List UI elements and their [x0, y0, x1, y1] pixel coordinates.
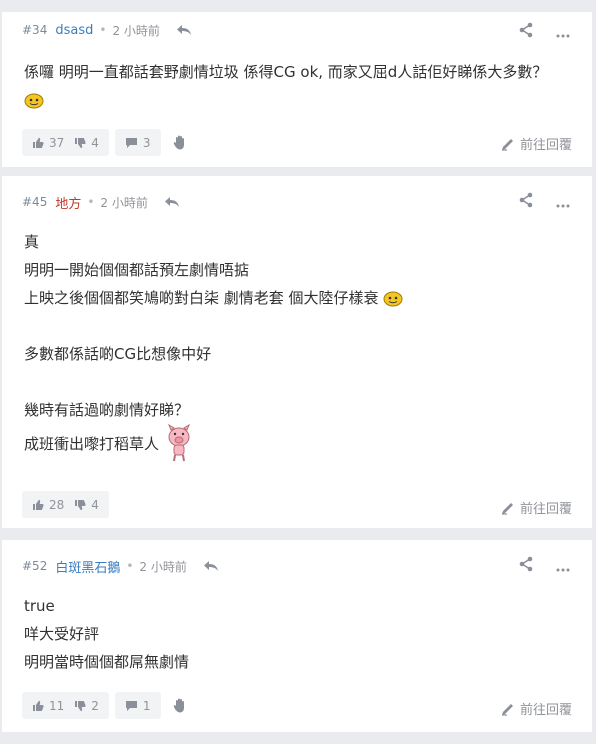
post-line: 係囉 明明一直都話套野劇情垃圾 係得CG ok, 而家又屈d人話佢好睇係大多數？: [24, 63, 548, 81]
floor-number: #34: [22, 23, 48, 37]
hand-button[interactable]: [167, 692, 193, 719]
emoji-line: [24, 86, 547, 114]
username[interactable]: dsasd: [55, 23, 93, 38]
comment-icon: [125, 700, 137, 711]
post-content: true 咩大受好評 明明當時個個都屌無劇情: [24, 592, 189, 676]
post-time: 2 小時前: [139, 559, 187, 574]
post-time: 2 小時前: [112, 23, 160, 38]
goto-reply-link[interactable]: 前往回覆: [501, 699, 572, 718]
post-line-with-emoji: 成班衝出嚟打稻草人: [24, 424, 403, 462]
more-dots-icon[interactable]: [556, 193, 570, 212]
share-icon[interactable]: [518, 22, 534, 42]
post-meta: #52 白斑黑石鵝 • 2 小時前: [22, 552, 221, 580]
username[interactable]: 地方: [55, 193, 81, 212]
hand-button[interactable]: [167, 129, 193, 156]
thumb-up-icon: [33, 137, 44, 148]
upvote-button[interactable]: 11: [32, 699, 64, 713]
separator-dot: •: [87, 195, 95, 209]
vote-box: 11 2: [22, 692, 109, 719]
thumb-up-icon: [33, 700, 44, 711]
post-line-with-emoji: 上映之後個個都笑鳩啲對白柒 劇情老套 個大陸仔樣衰: [24, 284, 403, 312]
reply-pen-icon: [501, 703, 513, 716]
post-toolbar: 11 2 1: [22, 692, 193, 719]
post-meta: #34 dsasd • 2 小時前: [22, 16, 194, 44]
thumb-down-icon: [75, 700, 86, 711]
post-line: 明明一開始個個都話預左劇情唔掂: [24, 261, 250, 279]
post-card: #45 地方 • 2 小時前 真 明明一開始個個都話預左劇情唔掂 上映之後個個都…: [2, 176, 592, 528]
goto-reply-link[interactable]: 前往回覆: [501, 134, 572, 153]
reply-pen-icon: [501, 502, 513, 515]
comment-icon: [125, 137, 137, 148]
emoji-sticker: [24, 93, 44, 108]
comment-button[interactable]: 1: [114, 692, 161, 719]
post-actions: [518, 18, 570, 46]
separator-dot: •: [126, 559, 134, 573]
comment-button[interactable]: 3: [114, 129, 161, 156]
upvote-count: 11: [49, 698, 65, 713]
post-line: 明明當時個個都屌無劇情: [24, 653, 190, 671]
post-toolbar: 37 4 3: [22, 129, 193, 156]
comment-count: 1: [142, 698, 151, 713]
hand-icon: [173, 698, 184, 713]
post-meta: #45 地方 • 2 小時前: [22, 188, 182, 216]
comment-group: 3: [125, 136, 151, 150]
post-content: 係囉 明明一直都話套野劇情垃圾 係得CG ok, 而家又屈d人話佢好睇係大多數？: [24, 58, 547, 114]
downvote-button[interactable]: 4: [74, 136, 99, 150]
emoji-sticker: [383, 291, 403, 306]
upvote-button[interactable]: 37: [32, 136, 64, 150]
downvote-button[interactable]: 4: [74, 498, 99, 512]
post-card: #34 dsasd • 2 小時前 係囉 明明一直都話套野劇情垃圾 係得CG o…: [2, 12, 592, 167]
more-dots-icon[interactable]: [556, 557, 570, 576]
post-actions: [518, 188, 570, 216]
post-card: #52 白斑黑石鵝 • 2 小時前 true 咩大受好評 明明當時個個都屌無劇情…: [2, 540, 592, 732]
pig-sticker: [167, 424, 190, 462]
post-toolbar: 28 4: [22, 491, 109, 518]
thumb-down-icon: [75, 137, 86, 148]
post-line: true: [24, 597, 55, 615]
hand-icon: [173, 135, 184, 150]
comment-group: 1: [125, 699, 151, 713]
post-line: 咩大受好評: [24, 625, 100, 643]
reply-arrow-icon[interactable]: [176, 23, 194, 37]
reply-arrow-icon[interactable]: [164, 195, 182, 209]
username[interactable]: 白斑黑石鵝: [55, 557, 120, 576]
post-line-text: 上映之後個個都笑鳩啲對白柒 劇情老套 個大陸仔樣衰: [24, 289, 379, 307]
more-dots-icon[interactable]: [556, 23, 570, 42]
post-line: 多數都係話啲CG比想像中好: [24, 345, 212, 363]
goto-reply-link[interactable]: 前往回覆: [501, 498, 572, 517]
downvote-count: 2: [91, 698, 99, 713]
thumb-up-icon: [33, 499, 44, 510]
vote-box: 37 4: [22, 129, 109, 156]
goto-reply-label: 前往回覆: [519, 703, 572, 718]
floor-number: #52: [22, 559, 48, 573]
floor-number: #45: [22, 195, 48, 209]
downvote-count: 4: [91, 497, 99, 512]
goto-reply-label: 前往回覆: [519, 138, 572, 153]
downvote-count: 4: [91, 135, 99, 150]
upvote-count: 37: [49, 135, 65, 150]
share-icon[interactable]: [518, 556, 534, 576]
vote-box: 28 4: [22, 491, 109, 518]
upvote-button[interactable]: 28: [32, 498, 64, 512]
separator-dot: •: [99, 23, 107, 37]
post-line: 幾時有話過啲劇情好睇？: [24, 401, 190, 419]
reply-arrow-icon[interactable]: [203, 559, 221, 573]
downvote-button[interactable]: 2: [74, 699, 99, 713]
share-icon[interactable]: [518, 192, 534, 212]
reply-pen-icon: [501, 138, 513, 151]
post-content: 真 明明一開始個個都話預左劇情唔掂 上映之後個個都笑鳩啲對白柒 劇情老套 個大陸…: [24, 228, 403, 462]
post-line: 真: [24, 233, 40, 251]
post-time: 2 小時前: [100, 195, 148, 210]
post-actions: [518, 552, 570, 580]
goto-reply-label: 前往回覆: [519, 502, 572, 517]
comment-count: 3: [142, 135, 151, 150]
post-line-text: 成班衝出嚟打稻草人: [24, 435, 160, 453]
upvote-count: 28: [49, 497, 65, 512]
thumb-down-icon: [75, 499, 86, 510]
